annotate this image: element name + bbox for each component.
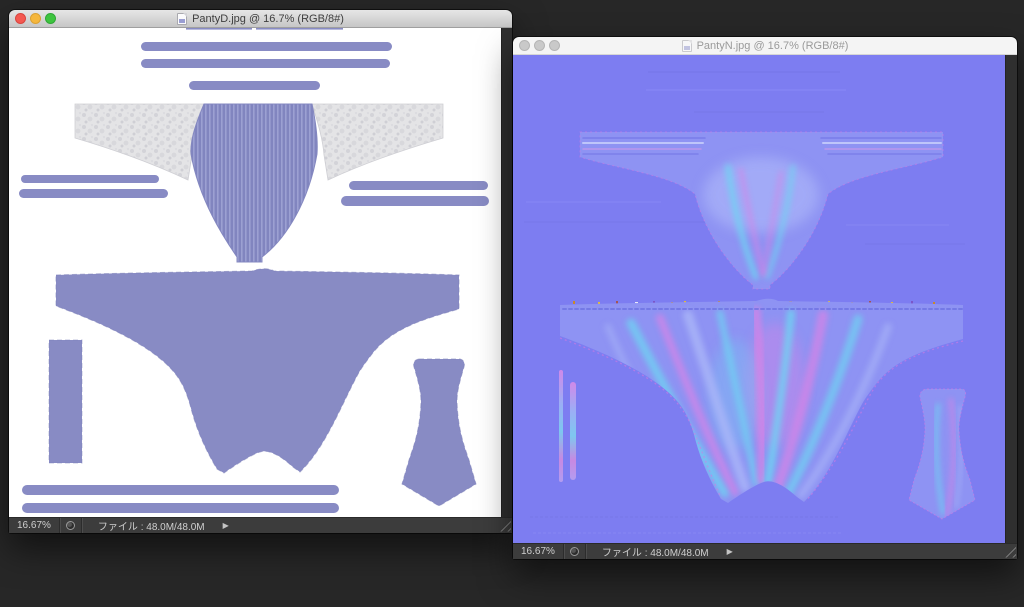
statusbar-divider bbox=[562, 544, 564, 559]
file-size-info[interactable]: ファイル : 48.0M/48.0M bbox=[82, 518, 219, 533]
traffic-lights bbox=[9, 13, 56, 24]
zoom-level-field[interactable]: 16.67% bbox=[513, 546, 563, 557]
zoom-button[interactable] bbox=[45, 13, 56, 24]
window-pantyn[interactable]: PantyN.jpg @ 16.7% (RGB/8#) 16.67% ファイル … bbox=[513, 37, 1017, 559]
document-proxy-icon bbox=[681, 40, 692, 52]
status-timer-icon[interactable] bbox=[65, 521, 75, 530]
pantyd-texture-image[interactable] bbox=[9, 28, 501, 517]
window-resize-grip[interactable] bbox=[498, 519, 511, 532]
vertical-scrollbar-track[interactable] bbox=[501, 28, 512, 517]
window-title: PantyN.jpg @ 16.7% (RGB/8#) bbox=[513, 37, 1017, 55]
statusbar-divider bbox=[58, 518, 60, 533]
minimize-button[interactable] bbox=[534, 40, 545, 51]
file-size-info[interactable]: ファイル : 48.0M/48.0M bbox=[586, 544, 723, 559]
statusbar-pantyn: 16.67% ファイル : 48.0M/48.0M ▶ bbox=[513, 543, 1017, 559]
vertical-scrollbar-track[interactable] bbox=[1005, 55, 1017, 543]
pantyn-texture-image[interactable] bbox=[513, 55, 1005, 543]
canvas-area-pantyd[interactable] bbox=[9, 28, 512, 517]
zoom-level-field[interactable]: 16.67% bbox=[9, 520, 59, 531]
statusbar-pantyd: 16.67% ファイル : 48.0M/48.0M ▶ bbox=[9, 517, 512, 533]
status-popup-arrow-icon[interactable]: ▶ bbox=[723, 544, 733, 560]
window-title-text: PantyN.jpg @ 16.7% (RGB/8#) bbox=[696, 40, 849, 52]
close-button[interactable] bbox=[15, 13, 26, 24]
traffic-lights bbox=[513, 40, 560, 51]
status-timer-icon[interactable] bbox=[569, 547, 579, 556]
minimize-button[interactable] bbox=[30, 13, 41, 24]
zoom-button[interactable] bbox=[549, 40, 560, 51]
titlebar-pantyn[interactable]: PantyN.jpg @ 16.7% (RGB/8#) bbox=[513, 37, 1017, 55]
desktop: PantyD.jpg @ 16.7% (RGB/8#) 16.67% ファイル … bbox=[0, 0, 1024, 607]
canvas-area-pantyn[interactable] bbox=[513, 55, 1017, 543]
side-panel-rect bbox=[48, 339, 83, 464]
titlebar-pantyd[interactable]: PantyD.jpg @ 16.7% (RGB/8#) bbox=[9, 10, 512, 28]
document-proxy-icon bbox=[177, 13, 188, 25]
status-popup-arrow-icon[interactable]: ▶ bbox=[219, 518, 229, 534]
window-pantyd[interactable]: PantyD.jpg @ 16.7% (RGB/8#) 16.67% ファイル … bbox=[9, 10, 512, 533]
window-title-text: PantyD.jpg @ 16.7% (RGB/8#) bbox=[192, 13, 344, 25]
close-button[interactable] bbox=[519, 40, 530, 51]
window-title: PantyD.jpg @ 16.7% (RGB/8#) bbox=[9, 10, 512, 28]
window-resize-grip[interactable] bbox=[1003, 545, 1016, 558]
